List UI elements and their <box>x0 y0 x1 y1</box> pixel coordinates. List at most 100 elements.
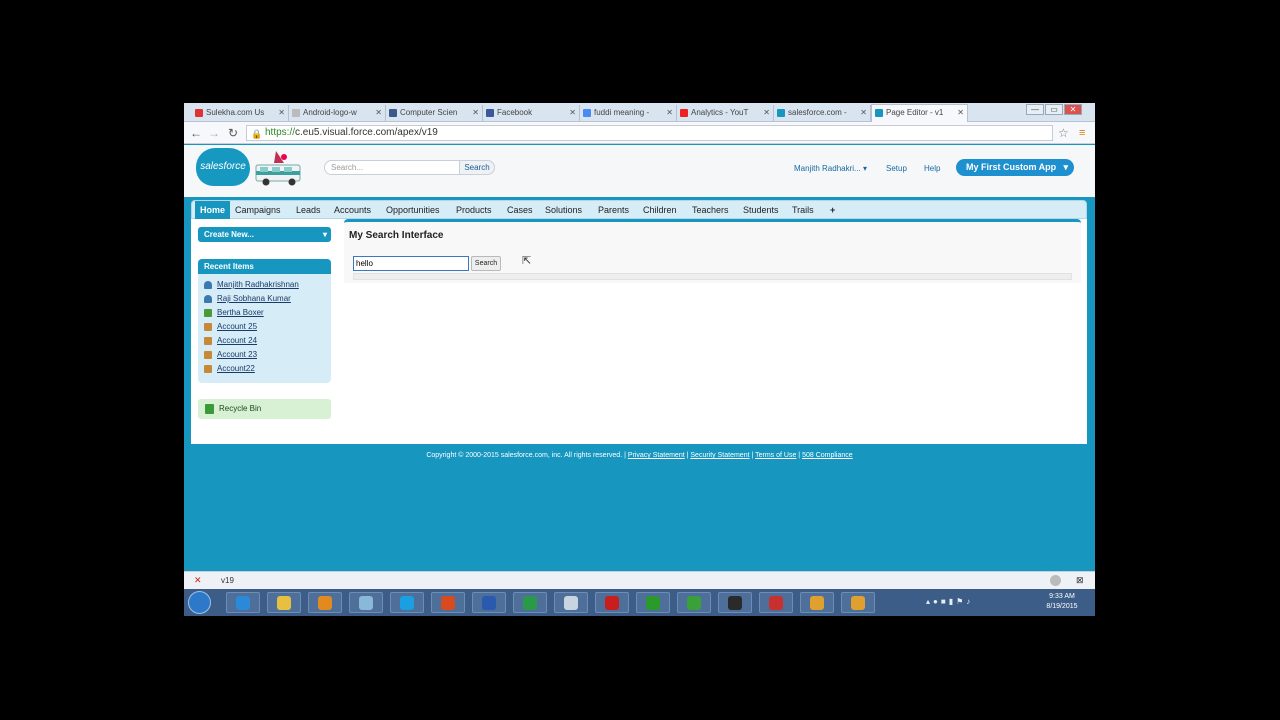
tab-title: fuddi meaning - <box>594 108 650 117</box>
close-icon[interactable]: ✕ <box>194 575 202 586</box>
tray-icon[interactable]: ▴ <box>926 597 933 606</box>
tab-cases[interactable]: Cases <box>507 201 533 220</box>
browser-tab[interactable]: Facebook ✕ <box>483 105 580 122</box>
media-player-icon[interactable] <box>308 592 342 613</box>
tab-home[interactable]: Home <box>195 201 231 220</box>
signal-icon[interactable]: ▮ <box>949 597 956 606</box>
browser-tab[interactable]: Android-logo-w ✕ <box>289 105 386 122</box>
compliance-link[interactable]: 508 Compliance <box>802 452 853 459</box>
recent-item-label: Account 23 <box>217 350 258 359</box>
star-icon[interactable]: ☆ <box>1058 125 1069 141</box>
browser-tab[interactable]: Sulekha.com Us ✕ <box>192 105 289 122</box>
recent-item[interactable]: Account 25 <box>204 321 257 333</box>
word-icon[interactable] <box>472 592 506 613</box>
browser-tab[interactable]: Computer Scien ✕ <box>386 105 483 122</box>
tab-opportunities[interactable]: Opportunities <box>386 201 440 220</box>
forward-icon[interactable]: → <box>208 125 220 141</box>
tray-icon[interactable]: ■ <box>941 597 949 606</box>
flower-icon[interactable] <box>841 592 875 613</box>
close-tab-icon[interactable]: ✕ <box>472 105 479 121</box>
recent-item[interactable]: Bertha Boxer <box>204 307 264 319</box>
recent-item[interactable]: Manjith Radhakrishnan <box>204 279 299 291</box>
close-icon[interactable]: ⊠ <box>1076 575 1084 586</box>
terms-link[interactable]: Terms of Use <box>755 452 796 459</box>
close-window-icon[interactable]: ✕ <box>1064 104 1082 115</box>
salesforce-logo[interactable]: salesforce <box>196 148 250 186</box>
url-input[interactable]: 🔒 https://c.eu5.visual.force.com/apex/v1… <box>246 125 1053 141</box>
chrome-icon[interactable] <box>636 592 670 613</box>
download-item[interactable]: v19 <box>221 576 234 585</box>
recent-item[interactable]: Raji Sobhana Kumar <box>204 293 291 305</box>
global-search-input[interactable]: Search... <box>324 160 460 175</box>
recent-item[interactable]: Account 24 <box>204 335 257 347</box>
flower-icon-glyph <box>851 596 865 610</box>
app-icon[interactable] <box>759 592 793 613</box>
start-button[interactable] <box>188 591 211 614</box>
skype-icon-glyph <box>400 596 414 610</box>
tab-strip: Sulekha.com Us ✕ Android-logo-w ✕ Computer S… <box>184 103 1095 122</box>
maximize-icon[interactable]: ▭ <box>1045 104 1063 115</box>
setup-link[interactable]: Setup <box>886 164 907 173</box>
volume-icon[interactable]: ♪ <box>966 597 973 606</box>
all-tabs-icon[interactable]: + <box>830 201 835 220</box>
close-tab-icon[interactable]: ✕ <box>278 105 285 121</box>
create-new-label: Create New... <box>204 230 254 239</box>
create-new-button[interactable]: Create New... ▾ <box>198 227 331 242</box>
video-icon[interactable] <box>718 592 752 613</box>
tab-children[interactable]: Children <box>643 201 677 220</box>
lock-icon: 🔒 <box>251 129 263 139</box>
close-tab-icon[interactable]: ✕ <box>860 105 867 121</box>
app-menu-button[interactable]: My First Custom App ▾ <box>956 159 1074 176</box>
settings-icon[interactable] <box>1050 575 1061 586</box>
browser-tab[interactable]: salesforce.com - ✕ <box>774 105 871 122</box>
tab-parents[interactable]: Parents <box>598 201 629 220</box>
clock[interactable]: 9:33 AM 8/19/2015 <box>1038 592 1086 612</box>
search-button[interactable]: Search <box>471 256 501 271</box>
ie-icon[interactable] <box>226 592 260 613</box>
tab-teachers[interactable]: Teachers <box>692 201 729 220</box>
tab-solutions[interactable]: Solutions <box>545 201 582 220</box>
reload-icon[interactable]: ↻ <box>228 125 238 141</box>
page-content: salesforce Search... Search Manjith Radh… <box>184 145 1095 566</box>
notes-icon[interactable] <box>349 592 383 613</box>
global-search-button[interactable]: Search <box>459 160 495 175</box>
tab-campaigns[interactable]: Campaigns <box>235 201 281 220</box>
close-tab-icon[interactable]: ✕ <box>375 105 382 121</box>
browser-tab[interactable]: Analytics - YouT ✕ <box>677 105 774 122</box>
close-tab-icon[interactable]: ✕ <box>569 105 576 121</box>
tray-icon[interactable]: ● <box>933 597 941 606</box>
calculator-icon[interactable] <box>554 592 588 613</box>
skype-icon[interactable] <box>390 592 424 613</box>
folder-icon[interactable] <box>267 592 301 613</box>
privacy-link[interactable]: Privacy Statement <box>628 452 685 459</box>
tab-title: Android-logo-w <box>303 108 357 117</box>
tab-students[interactable]: Students <box>743 201 779 220</box>
user-menu[interactable]: Manjith Radhakri... ▾ <box>794 164 867 173</box>
back-icon[interactable]: ← <box>190 125 202 141</box>
recent-items-header: Recent Items <box>198 259 331 274</box>
recycle-bin-link[interactable]: Recycle Bin <box>198 399 331 419</box>
tab-accounts[interactable]: Accounts <box>334 201 371 220</box>
browser-tab[interactable]: fuddi meaning - ✕ <box>580 105 677 122</box>
browser-tab[interactable]: Page Editor - v1 ✕ <box>871 104 968 122</box>
recent-item[interactable]: Account 23 <box>204 349 257 361</box>
ie-icon-glyph <box>236 596 250 610</box>
tab-trails[interactable]: Trails <box>792 201 814 220</box>
close-tab-icon[interactable]: ✕ <box>666 105 673 121</box>
pdf-icon[interactable] <box>595 592 629 613</box>
minimize-icon[interactable]: — <box>1026 104 1044 115</box>
close-tab-icon[interactable]: ✕ <box>763 105 770 121</box>
presentation-icon[interactable] <box>431 592 465 613</box>
tab-products[interactable]: Products <box>456 201 492 220</box>
recent-item[interactable]: Account22 <box>204 363 255 375</box>
search-input[interactable]: hello <box>353 256 469 271</box>
flower-icon[interactable] <box>800 592 834 613</box>
help-link[interactable]: Help <box>924 164 940 173</box>
menu-icon[interactable]: ≡ <box>1079 125 1085 141</box>
tab-leads[interactable]: Leads <box>296 201 321 220</box>
flag-icon[interactable]: ⚑ <box>956 597 966 606</box>
excel-icon[interactable] <box>513 592 547 613</box>
close-tab-icon[interactable]: ✕ <box>957 105 964 121</box>
security-link[interactable]: Security Statement <box>690 452 749 459</box>
torrent-icon[interactable] <box>677 592 711 613</box>
